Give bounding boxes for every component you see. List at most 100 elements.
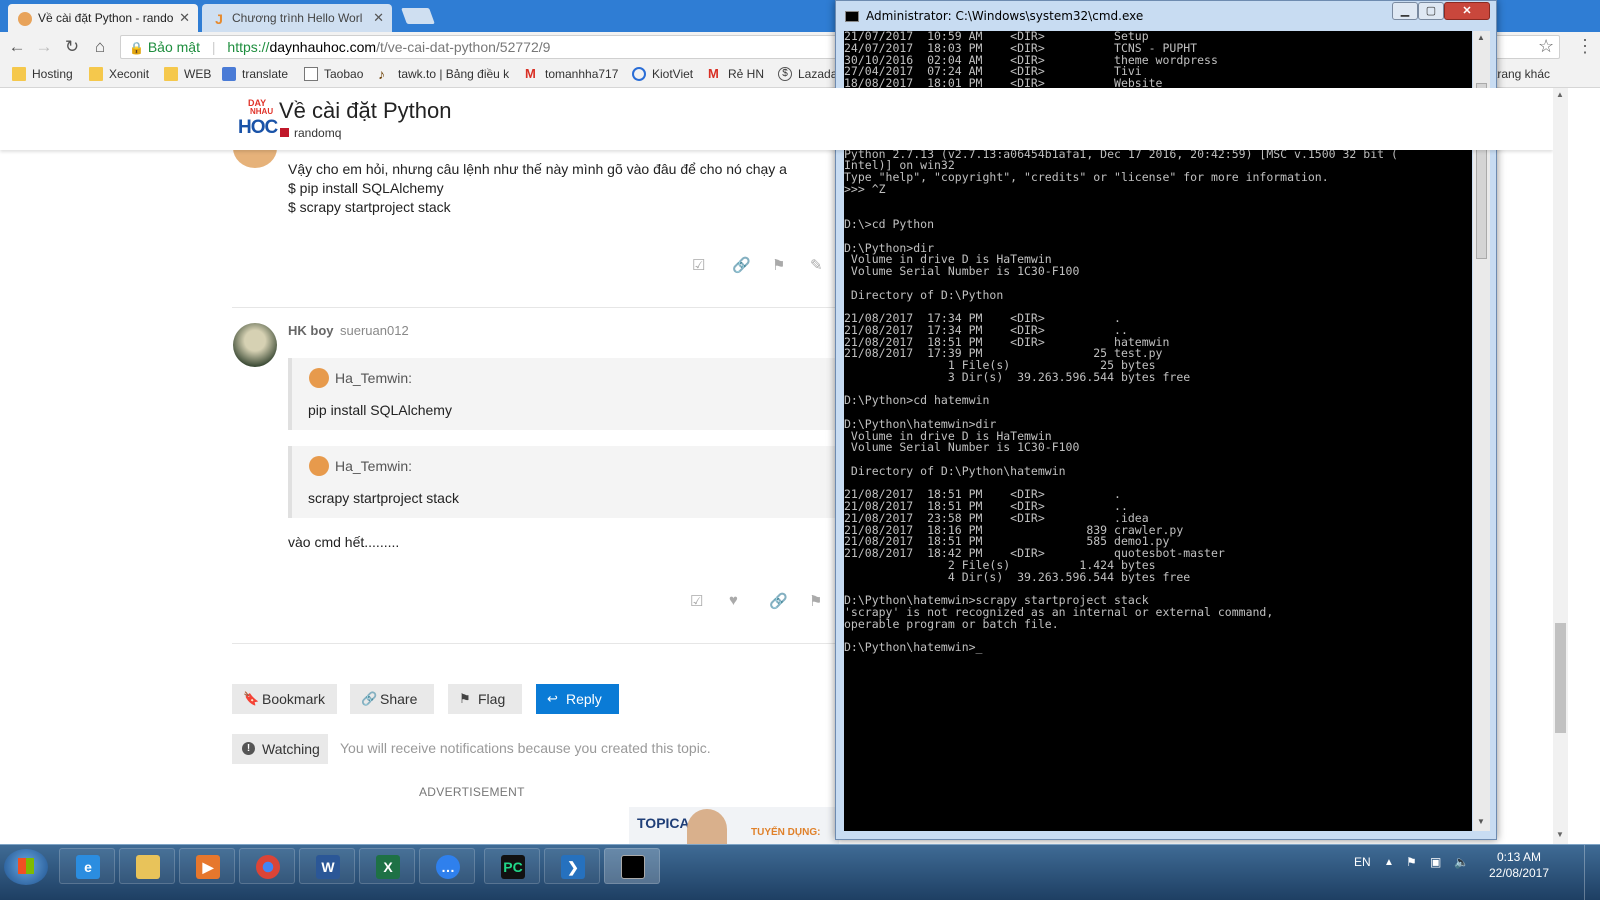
bookmark-tawk[interactable]: ♪ tawk.to | Bảng điều k <box>378 67 510 81</box>
exclamation-circle-icon: ! <box>242 742 255 755</box>
avatar[interactable] <box>233 323 277 367</box>
tawk-icon: ♪ <box>378 67 385 81</box>
scroll-down-arrow-icon[interactable]: ▼ <box>1477 817 1485 826</box>
flag-button[interactable]: ⚑ Flag <box>448 684 522 714</box>
edit-pencil-icon[interactable]: ✎ <box>810 256 823 274</box>
close-button[interactable]: ✕ <box>1444 2 1490 20</box>
system-clock[interactable]: 0:13 AM 22/08/2017 <box>1474 849 1564 881</box>
url-scheme: https:// <box>227 39 270 55</box>
quote-author[interactable]: Ha_Temwin: <box>335 370 412 386</box>
forward-arrow-icon[interactable]: → <box>34 37 54 57</box>
taskbar-word[interactable]: W <box>299 848 355 884</box>
cmd-title-bar[interactable]: Administrator: C:\Windows\system32\cmd.e… <box>836 1 1496 31</box>
bookmark-lazada[interactable]: $ Lazada <box>778 67 837 81</box>
page-scrollbar[interactable]: ▲ ▼ <box>1553 88 1568 844</box>
cmd-scrollbar[interactable]: ▲ ▼ <box>1473 31 1490 831</box>
taskbar-cmd[interactable] <box>604 848 660 884</box>
taskbar-excel[interactable]: X <box>359 848 415 884</box>
taskbar-messenger[interactable]: … <box>419 848 475 884</box>
taskbar-pycharm[interactable]: PC <box>484 848 540 884</box>
back-arrow-icon[interactable]: ← <box>7 37 27 57</box>
site-logo[interactable]: DAY NHAU HOC <box>238 98 278 142</box>
topic-title[interactable]: Về cài đặt Python <box>279 98 451 124</box>
topic-category[interactable]: randomq <box>294 126 341 140</box>
bookmark-taobao[interactable]: Taobao <box>304 67 363 81</box>
taskbar-chrome[interactable] <box>239 848 295 884</box>
button-label: Watching <box>262 741 320 757</box>
cmd-console-output[interactable]: 21/07/2017 10:59 AM <DIR> Setup 24/07/20… <box>844 31 1472 831</box>
flag-icon: ⚑ <box>459 691 471 706</box>
minimize-button[interactable]: ▁ <box>1392 2 1418 20</box>
chrome-icon <box>256 855 280 879</box>
link-icon[interactable]: 🔗 <box>732 256 751 274</box>
translate-icon <box>222 67 236 81</box>
taskbar-media-player[interactable]: ▶ <box>179 848 235 884</box>
other-bookmarks[interactable]: trang khác <box>1494 67 1550 81</box>
taskbar-powershell[interactable]: ❯ <box>544 848 600 884</box>
notification-reason: You will receive notifications because y… <box>340 740 711 756</box>
show-desktop-button[interactable] <box>1584 845 1600 900</box>
bookmark-label: translate <box>242 67 289 81</box>
start-button[interactable] <box>4 849 48 885</box>
new-tab-button[interactable] <box>401 8 435 24</box>
post-text-line: $ pip install SQLAlchemy <box>288 180 444 196</box>
action-center-flag-icon[interactable]: ⚑ <box>1406 855 1417 869</box>
maximize-button[interactable]: ▢ <box>1418 2 1444 20</box>
bookmark-web[interactable]: WEB <box>164 67 211 81</box>
bookmark-tomanhha717[interactable]: Mtomanhha717 <box>525 67 618 82</box>
tab-title: Chương trình Hello Worl <box>232 11 363 25</box>
flag-icon[interactable]: ⚑ <box>772 256 785 274</box>
bookmark-kiotviet[interactable]: KiotViet <box>632 67 693 81</box>
scroll-up-arrow-icon[interactable]: ▲ <box>1477 33 1485 42</box>
scrollbar-thumb[interactable] <box>1555 623 1566 733</box>
solution-checkbox-icon[interactable]: ☑ <box>692 256 705 274</box>
volume-icon[interactable]: 🔈 <box>1454 855 1469 869</box>
notifications-watching-button[interactable]: ! Watching <box>232 734 328 764</box>
share-button[interactable]: 🔗 Share <box>350 684 434 714</box>
network-icon[interactable]: ▣ <box>1430 855 1441 869</box>
taskbar-ie[interactable]: e <box>59 848 115 884</box>
flag-icon[interactable]: ⚑ <box>809 592 822 610</box>
close-tab-icon[interactable]: ✕ <box>179 10 190 26</box>
ad-hiring-text: TUYỂN DỤNG: <box>751 827 821 838</box>
button-label: Flag <box>478 691 506 707</box>
powershell-icon: ❯ <box>561 855 585 879</box>
heart-icon[interactable]: ♥ <box>729 592 738 609</box>
language-indicator[interactable]: EN <box>1354 855 1371 869</box>
scroll-up-arrow-icon[interactable]: ▲ <box>1556 90 1564 99</box>
browser-menu-icon[interactable]: ⋮ <box>1576 36 1594 57</box>
clock-date: 22/08/2017 <box>1488 866 1550 880</box>
scroll-down-arrow-icon[interactable]: ▼ <box>1556 830 1564 839</box>
bookmark-translate[interactable]: translate <box>222 67 288 81</box>
poster-username[interactable]: sueruan012 <box>340 323 409 338</box>
reload-icon[interactable]: ↻ <box>62 37 82 57</box>
home-icon[interactable]: ⌂ <box>90 37 110 57</box>
ad-banner[interactable]: TOPICA TUYỂN DỤNG: <box>629 807 839 844</box>
kiotviet-icon <box>632 67 646 81</box>
gmail-icon: M <box>708 66 719 81</box>
close-tab-icon[interactable]: ✕ <box>373 10 384 26</box>
taskbar-explorer[interactable] <box>119 848 175 884</box>
reply-button[interactable]: ↩ Reply <box>536 684 619 714</box>
bookmark-hosting[interactable]: Hosting <box>12 67 73 81</box>
bookmark-re-hn[interactable]: M Rẻ HN <box>708 66 765 82</box>
cmd-window-title: Administrator: C:\Windows\system32\cmd.e… <box>866 9 1144 23</box>
avatar <box>309 368 329 388</box>
category-color-badge <box>280 128 289 137</box>
bookmark-label: KiotViet <box>652 67 694 81</box>
bookmark-button[interactable]: 🔖 Bookmark <box>232 684 337 714</box>
bookmark-label: Rẻ HN <box>728 67 765 81</box>
tab-ve-cai-dat-python[interactable]: Về cài đặt Python - rando ✕ <box>8 4 198 32</box>
reply-arrow-icon: ↩ <box>547 691 558 706</box>
bookmark-label: Hosting <box>32 67 73 81</box>
link-icon[interactable]: 🔗 <box>769 592 788 610</box>
poster-full-name[interactable]: HK boy <box>288 323 334 338</box>
show-hidden-icons-icon[interactable]: ▲ <box>1384 857 1394 868</box>
quote-author[interactable]: Ha_Temwin: <box>335 458 412 474</box>
bookmark-star-icon[interactable]: ☆ <box>1538 36 1554 57</box>
post-divider <box>232 643 842 644</box>
solution-checkbox-icon[interactable]: ☑ <box>690 592 703 610</box>
tab-chuong-trinh-hello-world[interactable]: J Chương trình Hello Worl ✕ <box>202 4 392 32</box>
bookmark-xeconit[interactable]: Xeconit <box>89 67 149 81</box>
windows-taskbar: e ▶ W X … PC ❯ EN ▲ ⚑ ▣ 🔈 0:13 AM 22/08/… <box>0 844 1600 900</box>
